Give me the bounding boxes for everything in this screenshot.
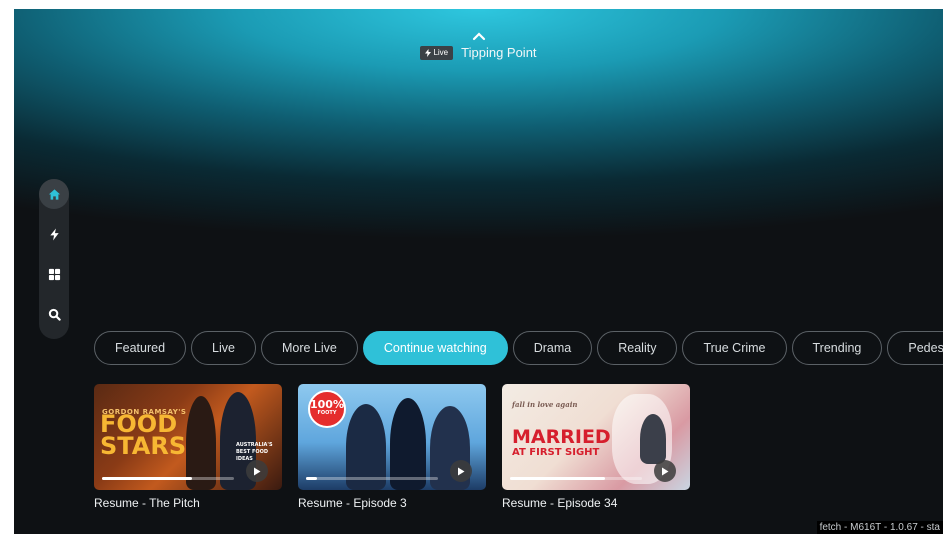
card-title: Resume - The Pitch [94,496,200,510]
content-card[interactable]: GORDON RAMSAY'S FOOD STARS AUSTRALIA'S B… [94,384,282,510]
lightning-icon [49,227,59,241]
play-icon [458,467,465,475]
tab-reality[interactable]: Reality [597,331,678,365]
nav-live[interactable] [39,219,69,249]
card-art-badge: 100% FOOTY [308,390,346,428]
play-button[interactable] [450,460,472,482]
tab-trending[interactable]: Trending [791,331,883,365]
card-thumbnail[interactable]: fall in love again MARRIED AT FIRST SIGH… [502,384,690,490]
lightning-icon [425,48,432,57]
tab-continue-watching[interactable]: Continue watching [362,331,508,365]
card-art-text: MARRIED [512,426,611,448]
progress-bar [510,477,642,480]
play-icon [254,467,261,475]
tab-featured[interactable]: Featured [94,331,187,365]
build-info: fetch - M616T - 1.0.67 - sta [816,521,943,534]
grid-icon [48,268,60,280]
tab-live[interactable]: Live [191,331,256,365]
continue-watching-row: GORDON RAMSAY'S FOOD STARS AUSTRALIA'S B… [94,384,690,510]
play-button[interactable] [654,460,676,482]
card-title: Resume - Episode 3 [298,496,407,510]
sidebar-nav [39,179,69,339]
card-thumbnail[interactable]: GORDON RAMSAY'S FOOD STARS AUSTRALIA'S B… [94,384,282,490]
chevron-up-icon[interactable] [472,31,486,41]
search-icon [48,308,61,321]
live-badge-label: Live [433,47,449,57]
content-card[interactable]: fall in love again MARRIED AT FIRST SIGH… [502,384,690,510]
app-screen: Live Tipping Point Featured Live More Li… [14,9,943,534]
card-art-text: fall in love again [512,400,578,409]
content-card[interactable]: 100% FOOTY Resume - Episode 3 [298,384,486,510]
live-badge: Live [420,45,454,60]
card-title: Resume - Episode 34 [502,496,618,510]
nav-browse[interactable] [39,259,69,289]
card-art-text: AT FIRST SIGHT [512,447,600,458]
tab-more-live[interactable]: More Live [260,331,358,365]
play-button[interactable] [246,460,268,482]
nav-search[interactable] [39,299,69,329]
progress-bar [306,477,438,480]
hero-info: Live Tipping Point [14,31,943,60]
home-icon [48,188,60,200]
now-playing-title[interactable]: Tipping Point [461,45,536,60]
card-art-text: STARS [100,432,187,460]
tab-drama[interactable]: Drama [512,331,593,365]
card-thumbnail[interactable]: 100% FOOTY [298,384,486,490]
category-tabs: Featured Live More Live Continue watchin… [94,331,943,367]
tab-true-crime[interactable]: True Crime [682,331,787,365]
tab-pedestrian-tv[interactable]: Pedestrian TV [887,331,943,365]
play-icon [662,467,669,475]
progress-bar [102,477,234,480]
nav-home[interactable] [39,179,69,209]
